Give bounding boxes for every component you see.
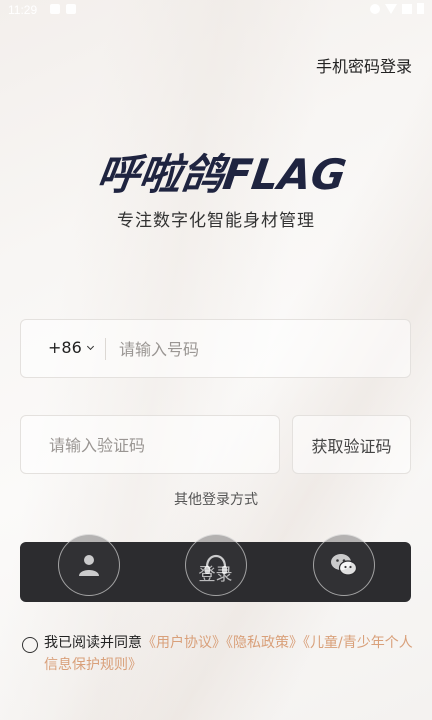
user-agreement-link[interactable]: 《用户协议》 xyxy=(142,635,226,651)
wechat-login-button[interactable] xyxy=(313,534,375,596)
service-login-button[interactable] xyxy=(185,534,247,596)
agreement-text: 我已阅读并同意《用户协议》《隐私政策》《儿童/青少年个人信息保护规则》 xyxy=(44,632,416,676)
brand-logo: 呼啦鸽FLAG xyxy=(94,150,349,199)
logo-text: 呼啦鸽FLAG xyxy=(94,150,349,199)
password-login-link[interactable]: 手机密码登录 xyxy=(316,53,412,77)
wifi-icon xyxy=(385,3,397,14)
other-login-label: 其他登录方式 xyxy=(174,492,258,508)
code-input[interactable] xyxy=(49,432,269,458)
status-bar: 11:29 xyxy=(0,0,432,20)
country-code-value: +86 xyxy=(48,338,82,357)
location-icon xyxy=(370,3,380,14)
status-right-icons xyxy=(370,3,424,14)
user-icon xyxy=(79,555,99,576)
notification-icon xyxy=(50,4,60,14)
agreement-radio[interactable] xyxy=(22,637,38,653)
agreement-prefix: 我已阅读并同意 xyxy=(44,635,142,651)
get-code-button[interactable]: 获取验证码 xyxy=(292,415,411,474)
privacy-policy-link[interactable]: 《隐私政策》 xyxy=(226,635,303,651)
country-code-select[interactable]: +86 xyxy=(48,338,94,357)
chevron-down-icon xyxy=(86,342,94,350)
slogan: 专注数字化智能身材管理 xyxy=(117,211,315,231)
gallery-icon xyxy=(66,4,76,14)
wechat-icon xyxy=(331,554,358,576)
field-divider xyxy=(105,338,106,360)
user-login-button[interactable] xyxy=(58,534,120,596)
battery-icon xyxy=(417,3,424,14)
headset-icon xyxy=(205,554,227,574)
phone-input[interactable] xyxy=(119,336,399,362)
code-field xyxy=(20,415,280,474)
phone-field: +86 xyxy=(20,319,411,378)
signal-icon xyxy=(402,3,412,14)
status-time: 11:29 xyxy=(8,3,38,17)
